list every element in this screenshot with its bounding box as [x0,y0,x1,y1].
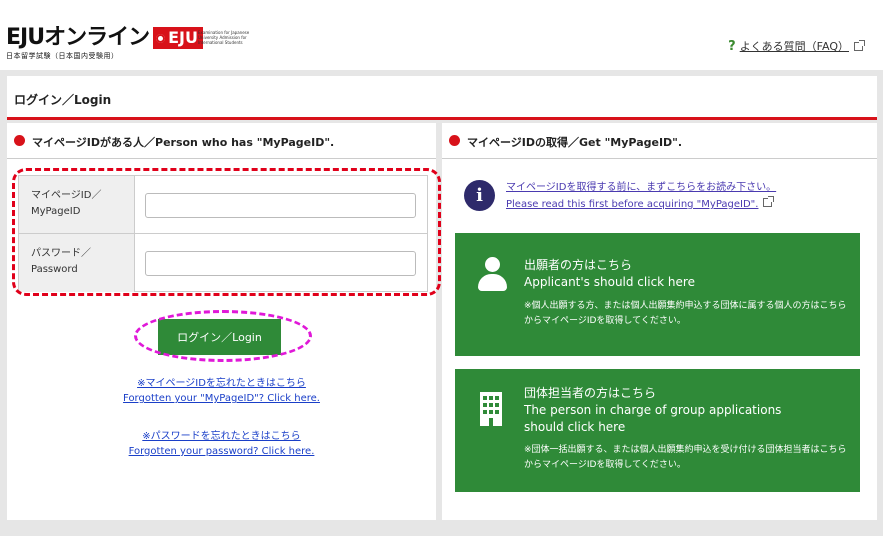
login-panel: マイページIDがある人／Person who has "MyPageID". マ… [7,123,441,520]
mypageid-row: マイページID／ MyPageID [19,176,427,234]
faq-link[interactable]: ? よくある質問（FAQ） [728,38,865,54]
red-dot-icon [449,135,460,146]
login-button[interactable]: ログイン／Login [158,319,281,355]
question-icon: ? [728,38,736,54]
logo-badge: EJU [153,27,203,49]
applicant-title-ja: 出願者の方はこちら [524,258,633,272]
person-icon [477,257,507,291]
forgot-mypageid-link: ※マイページIDを忘れたときはこちら Forgotten your "MyPag… [7,376,436,406]
external-link-icon [763,196,775,207]
flower-icon [156,33,166,43]
page-title: ログイン／Login [14,93,112,107]
eju-logo[interactable]: EJUオンライン EJU 日本留学試験（日本国内受験用） Examination… [6,25,249,66]
forgot-mypageid-link-en[interactable]: Forgotten your "MyPageID"? Click here. [7,391,436,406]
applicant-note: ※個人出願する方、または個人出願集約申込する団体に属する個人の方はこちらからマイ… [524,301,847,326]
get-mypageid-panel: マイページIDの取得／Get "MyPageID". i マイページIDを取得す… [442,123,877,520]
applicant-title-en: Applicant's should click here [524,275,695,289]
read-first-notice[interactable]: i マイページIDを取得する前に、まずこちらをお読み下さい。 Please re… [464,177,864,217]
read-first-link-ja[interactable]: マイページIDを取得する前に、まずこちらをお読み下さい。 [506,182,776,193]
logo-subtitle-en: Examination for Japanese University Admi… [198,30,250,45]
login-panel-heading: マイページIDがある人／Person who has "MyPageID". [7,123,436,159]
info-icon: i [464,180,495,211]
forgot-password-link: ※パスワードを忘れたときはこちら Forgotten your password… [7,429,436,459]
group-title-en-2: should click here [524,420,626,434]
site-header: EJUオンライン EJU 日本留学試験（日本国内受験用） Examination… [0,0,883,70]
group-note: ※団体一括出願する、または個人出願集約申込を受け付ける団体担当者はこちらからマイ… [524,445,847,470]
red-dot-icon [14,135,25,146]
group-title-ja: 団体担当者の方はこちら [524,386,657,400]
applicant-button[interactable]: 出願者の方はこちら Applicant's should click here … [455,233,860,356]
password-label: パスワード／ Password [19,234,135,292]
forgot-mypageid-link-ja[interactable]: ※マイページIDを忘れたときはこちら [7,376,436,391]
logo-subtitle: 日本留学試験（日本国内受験用） [6,52,119,60]
external-link-icon [854,39,865,51]
forgot-password-link-ja[interactable]: ※パスワードを忘れたときはこちら [7,429,436,444]
building-icon [480,392,502,426]
mypageid-input[interactable] [145,193,416,218]
login-title-bar: ログイン／Login [7,76,877,120]
read-first-link-en[interactable]: Please read this first before acquiring … [506,199,758,210]
group-title-en-1: The person in charge of group applicatio… [524,403,782,417]
password-row: パスワード／ Password [19,234,427,292]
password-input[interactable] [145,251,416,276]
forgot-password-link-en[interactable]: Forgotten your password? Click here. [7,444,436,459]
login-form: マイページID／ MyPageID パスワード／ Password [18,175,428,292]
faq-label[interactable]: よくある質問（FAQ） [740,38,849,54]
group-button[interactable]: 団体担当者の方はこちら The person in charge of grou… [455,369,860,492]
logo-text: EJUオンライン [6,25,150,50]
mypageid-label: マイページID／ MyPageID [19,176,135,233]
get-mypageid-heading: マイページIDの取得／Get "MyPageID". [442,123,877,159]
